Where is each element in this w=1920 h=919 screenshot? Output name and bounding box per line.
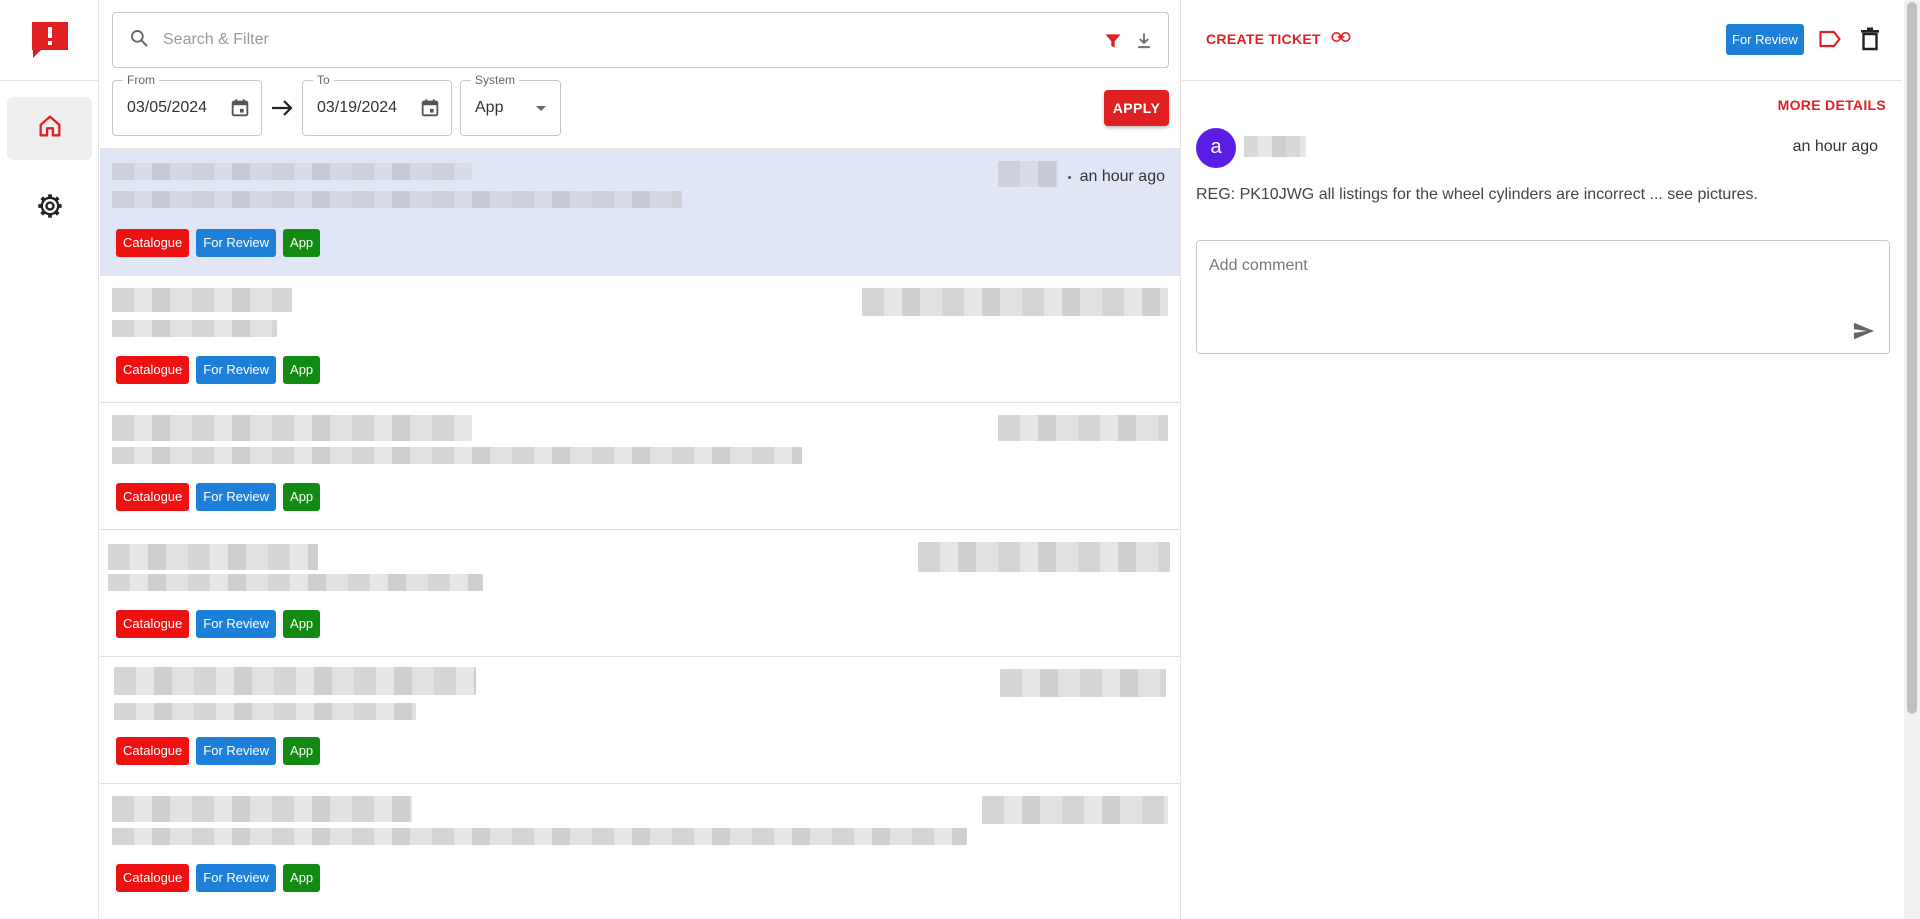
redacted-title xyxy=(112,415,472,441)
redacted-author xyxy=(998,161,1058,187)
rail-divider xyxy=(0,80,99,81)
search-icon xyxy=(129,28,149,53)
chip-for-review: For Review xyxy=(196,229,277,257)
comment-input[interactable] xyxy=(1209,257,1809,337)
from-label: From xyxy=(123,73,159,87)
system-label: System xyxy=(471,73,520,87)
apply-button[interactable]: APPLY xyxy=(1104,90,1169,126)
chip-catalogue: Catalogue xyxy=(116,229,190,257)
ticket-list: an hour ago Catalogue For Review App Cat… xyxy=(100,148,1180,910)
ticket-row[interactable]: Catalogue For Review App xyxy=(100,529,1180,656)
redacted-title xyxy=(112,163,472,180)
chip-app: App xyxy=(283,610,321,638)
chip-catalogue: Catalogue xyxy=(116,483,190,511)
ticket-detail-panel: CREATE TICKET For Review MORE DETAILS a … xyxy=(1182,0,1902,919)
ticket-list-panel: From 03/05/2024 To 03/19/2024 System App… xyxy=(100,0,1181,919)
chip-catalogue: Catalogue xyxy=(116,864,190,892)
tag-chips: Catalogue For Review App xyxy=(116,864,321,892)
nav-item-settings[interactable] xyxy=(7,177,92,240)
tag-chips: Catalogue For Review App xyxy=(116,610,321,638)
from-date-value: 03/05/2024 xyxy=(127,99,208,116)
redacted-subtitle xyxy=(112,447,802,464)
chip-for-review: For Review xyxy=(196,864,277,892)
chevron-down-icon xyxy=(536,106,546,111)
alert-chat-icon xyxy=(29,20,71,60)
comment-box[interactable] xyxy=(1196,240,1890,354)
calendar-icon[interactable] xyxy=(229,97,251,124)
home-icon xyxy=(36,112,64,145)
redacted-subtitle xyxy=(112,320,277,337)
arrow-right-icon xyxy=(270,98,294,123)
redacted-meta xyxy=(998,415,1168,441)
chip-catalogue: Catalogue xyxy=(116,610,190,638)
avatar: a xyxy=(1196,128,1236,168)
status-badge[interactable]: For Review xyxy=(1726,24,1804,55)
search-bar[interactable] xyxy=(112,12,1169,68)
tag-chips: Catalogue For Review App xyxy=(116,229,321,257)
redacted-subtitle xyxy=(112,828,967,845)
ticket-message: REG: PK10JWG all listings for the wheel … xyxy=(1196,186,1758,203)
ticket-row[interactable]: Catalogue For Review App xyxy=(100,275,1180,402)
chip-app: App xyxy=(283,737,321,765)
tag-chips: Catalogue For Review App xyxy=(116,737,321,765)
detail-toolbar: CREATE TICKET For Review xyxy=(1182,0,1902,81)
ticket-row[interactable]: Catalogue For Review App xyxy=(100,402,1180,529)
create-ticket-label: CREATE TICKET xyxy=(1206,30,1321,47)
trash-icon[interactable] xyxy=(1860,27,1880,56)
download-icon[interactable] xyxy=(1134,30,1154,57)
chip-for-review: For Review xyxy=(196,356,277,384)
scrollbar[interactable] xyxy=(1904,0,1920,919)
redacted-meta xyxy=(1000,669,1166,697)
system-select[interactable]: System App xyxy=(460,73,561,136)
redacted-author xyxy=(1244,136,1306,157)
gear-icon xyxy=(36,192,64,225)
chip-catalogue: Catalogue xyxy=(116,356,190,384)
app-root: From 03/05/2024 To 03/19/2024 System App… xyxy=(0,0,1920,919)
scrollbar-thumb[interactable] xyxy=(1907,2,1917,714)
redacted-meta xyxy=(918,542,1170,572)
calendar-icon[interactable] xyxy=(419,97,441,124)
comment-time: an hour ago xyxy=(1792,138,1878,155)
chip-app: App xyxy=(283,229,321,257)
tag-chips: Catalogue For Review App xyxy=(116,483,321,511)
to-date-field[interactable]: To 03/19/2024 xyxy=(302,73,452,136)
redacted-title xyxy=(112,288,292,312)
ticket-time: an hour ago xyxy=(1079,168,1165,185)
chip-catalogue: Catalogue xyxy=(116,737,190,765)
redacted-meta xyxy=(862,288,1168,316)
chip-for-review: For Review xyxy=(196,610,277,638)
ticket-row[interactable]: an hour ago Catalogue For Review App xyxy=(100,148,1180,275)
ticket-row[interactable]: Catalogue For Review App xyxy=(100,783,1180,910)
more-details-link[interactable]: MORE DETAILS xyxy=(1778,97,1886,113)
redacted-subtitle xyxy=(112,191,682,208)
redacted-meta xyxy=(982,796,1168,824)
create-ticket-button[interactable]: CREATE TICKET xyxy=(1206,30,1351,47)
redacted-subtitle xyxy=(108,574,483,591)
redacted-subtitle xyxy=(114,703,416,720)
separator-dot xyxy=(1068,176,1071,179)
chip-for-review: For Review xyxy=(196,483,277,511)
search-input[interactable] xyxy=(163,31,1063,49)
filter-icon[interactable] xyxy=(1103,31,1123,56)
to-date-value: 03/19/2024 xyxy=(317,99,398,116)
chip-app: App xyxy=(283,483,321,511)
redacted-title xyxy=(108,544,318,570)
system-value: App xyxy=(475,99,504,116)
send-icon[interactable] xyxy=(1853,321,1875,346)
ticket-row[interactable]: Catalogue For Review App xyxy=(100,656,1180,783)
tag-chips: Catalogue For Review App xyxy=(116,356,321,384)
redacted-title xyxy=(114,667,476,695)
label-icon[interactable] xyxy=(1818,29,1842,54)
chip-for-review: For Review xyxy=(196,737,277,765)
link-icon xyxy=(1331,30,1351,47)
chip-app: App xyxy=(283,356,321,384)
nav-rail xyxy=(0,0,99,919)
from-date-field[interactable]: From 03/05/2024 xyxy=(112,73,262,136)
chip-app: App xyxy=(283,864,321,892)
to-label: To xyxy=(313,73,334,87)
redacted-title xyxy=(112,796,412,822)
nav-item-home[interactable] xyxy=(7,97,92,160)
